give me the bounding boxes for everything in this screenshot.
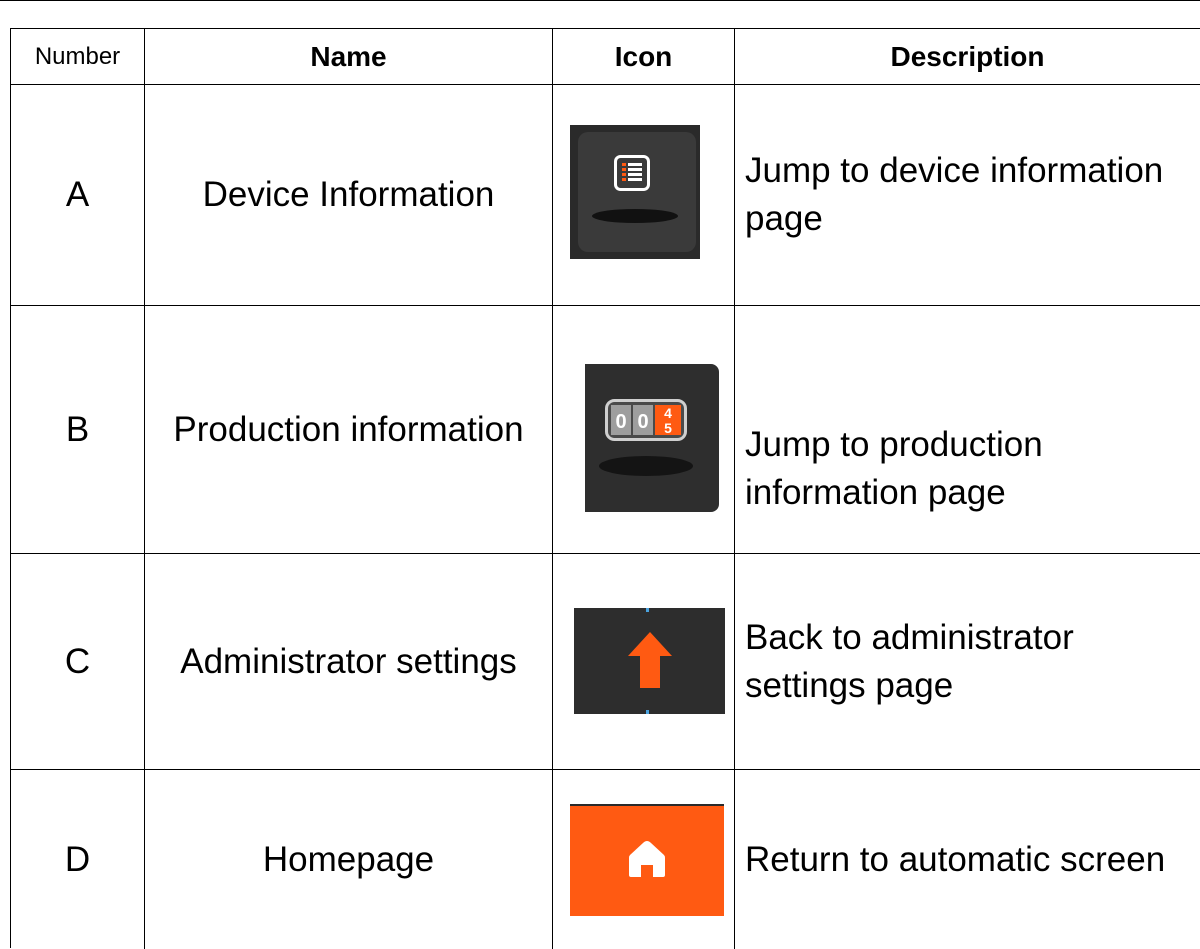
row-description-cell: Back to administrator settings page: [735, 554, 1200, 769]
home-icon: [570, 804, 724, 916]
counter-digit: 5: [664, 420, 672, 436]
row-description-cell: Jump to device information page: [735, 85, 1200, 305]
row-name: Homepage: [262, 839, 435, 879]
row-name: Administrator settings: [180, 641, 517, 681]
header-name: Name: [310, 40, 387, 72]
counter-digit: 0: [615, 411, 626, 433]
row-name-cell: Production information: [145, 306, 553, 553]
device-info-list-icon: [570, 125, 700, 259]
row-number-cell: C: [11, 554, 145, 769]
row-number-cell: B: [11, 306, 145, 553]
header-name-cell: Name: [145, 29, 553, 84]
row-number-cell: D: [11, 770, 145, 949]
row-name-cell: Administrator settings: [145, 554, 553, 769]
header-number: Number: [34, 42, 121, 70]
table-row: C Administrator settings Back to adminis…: [11, 554, 1200, 770]
row-name-cell: Homepage: [145, 770, 553, 949]
row-icon-cell: [553, 554, 735, 769]
table-row: A Device Information Jump to device info…: [11, 85, 1200, 306]
row-name: Device Information: [202, 175, 495, 215]
table-row: B Production information 0 0 4 5 Jump to…: [11, 306, 1200, 554]
row-name: Production information: [173, 409, 524, 449]
row-number: C: [64, 641, 91, 681]
header-description: Description: [890, 40, 1045, 72]
up-arrow-icon: [574, 608, 725, 714]
top-rule: [0, 0, 1200, 1]
row-description-cell: Jump to production information page: [735, 306, 1200, 553]
row-description-cell: Return to automatic screen: [735, 770, 1200, 949]
header-icon: Icon: [614, 40, 673, 72]
counter-digit: 0: [637, 411, 648, 433]
row-description: Back to administrator settings page: [745, 617, 1074, 705]
header-number-cell: Number: [11, 29, 145, 84]
row-icon-cell: 0 0 4 5: [553, 306, 735, 553]
header-icon-cell: Icon: [553, 29, 735, 84]
production-counter-icon: 0 0 4 5: [585, 364, 719, 512]
icon-reference-table: Number Name Icon Description A Device In…: [10, 28, 1200, 949]
row-number: B: [65, 409, 90, 449]
counter-digit: 4: [664, 405, 672, 421]
row-name-cell: Device Information: [145, 85, 553, 305]
row-icon-cell: [553, 85, 735, 305]
table-row: D Homepage Return to automatic screen: [11, 770, 1200, 949]
table-header-row: Number Name Icon Description: [11, 29, 1200, 85]
row-number-cell: A: [11, 85, 145, 305]
row-description: Jump to device information page: [745, 151, 1164, 238]
row-number: D: [64, 839, 91, 879]
row-description: Return to automatic screen: [745, 839, 1166, 879]
header-description-cell: Description: [735, 29, 1200, 84]
row-number: A: [65, 175, 90, 215]
row-icon-cell: [553, 770, 735, 949]
row-description: Jump to production information page: [745, 425, 1043, 512]
